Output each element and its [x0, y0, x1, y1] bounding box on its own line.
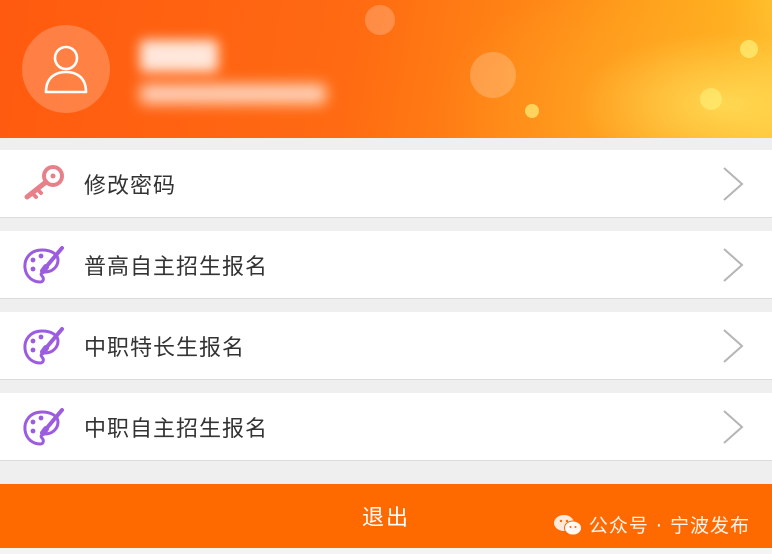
watermark: 公众号 · 宁波发布 [553, 511, 750, 538]
wechat-icon [553, 514, 582, 535]
menu-item-label: 普高自主招生报名 [84, 254, 269, 280]
menu-item-label: 中职特长生报名 [84, 335, 246, 361]
chevron-right-icon [723, 329, 744, 363]
watermark-text: 公众号 · 宁波发布 [588, 515, 750, 537]
menu-item-vocational-independent-enrollment[interactable]: 中职自主招生报名 [0, 393, 772, 461]
bokeh-dot [525, 104, 539, 118]
palette-brush-icon [22, 243, 66, 287]
avatar[interactable] [22, 25, 110, 113]
menu-item-change-password[interactable]: 修改密码 [0, 150, 772, 218]
logout-label: 退出 [361, 506, 410, 531]
key-icon [22, 162, 66, 206]
chevron-right-icon [723, 248, 744, 282]
chevron-right-icon [723, 410, 744, 444]
bokeh-dot [700, 88, 722, 110]
menu-item-vocational-talent-enrollment[interactable]: 中职特长生报名 [0, 312, 772, 380]
bokeh-dot [365, 5, 395, 35]
chevron-right-icon [723, 167, 744, 201]
profile-header: ••• •••••••••• [0, 0, 772, 138]
bokeh-dot [740, 40, 758, 58]
user-info-blurred: •••••••••• [140, 84, 326, 104]
bokeh-dot [470, 52, 516, 98]
user-name-blurred: ••• [140, 40, 218, 72]
menu-item-label: 修改密码 [84, 173, 177, 199]
user-icon [44, 45, 88, 94]
palette-brush-icon [22, 324, 66, 368]
menu-item-general-high-school-enrollment[interactable]: 普高自主招生报名 [0, 231, 772, 299]
palette-brush-icon [22, 405, 66, 449]
menu-item-label: 中职自主招生报名 [84, 416, 269, 442]
bottom-strip [0, 548, 772, 554]
